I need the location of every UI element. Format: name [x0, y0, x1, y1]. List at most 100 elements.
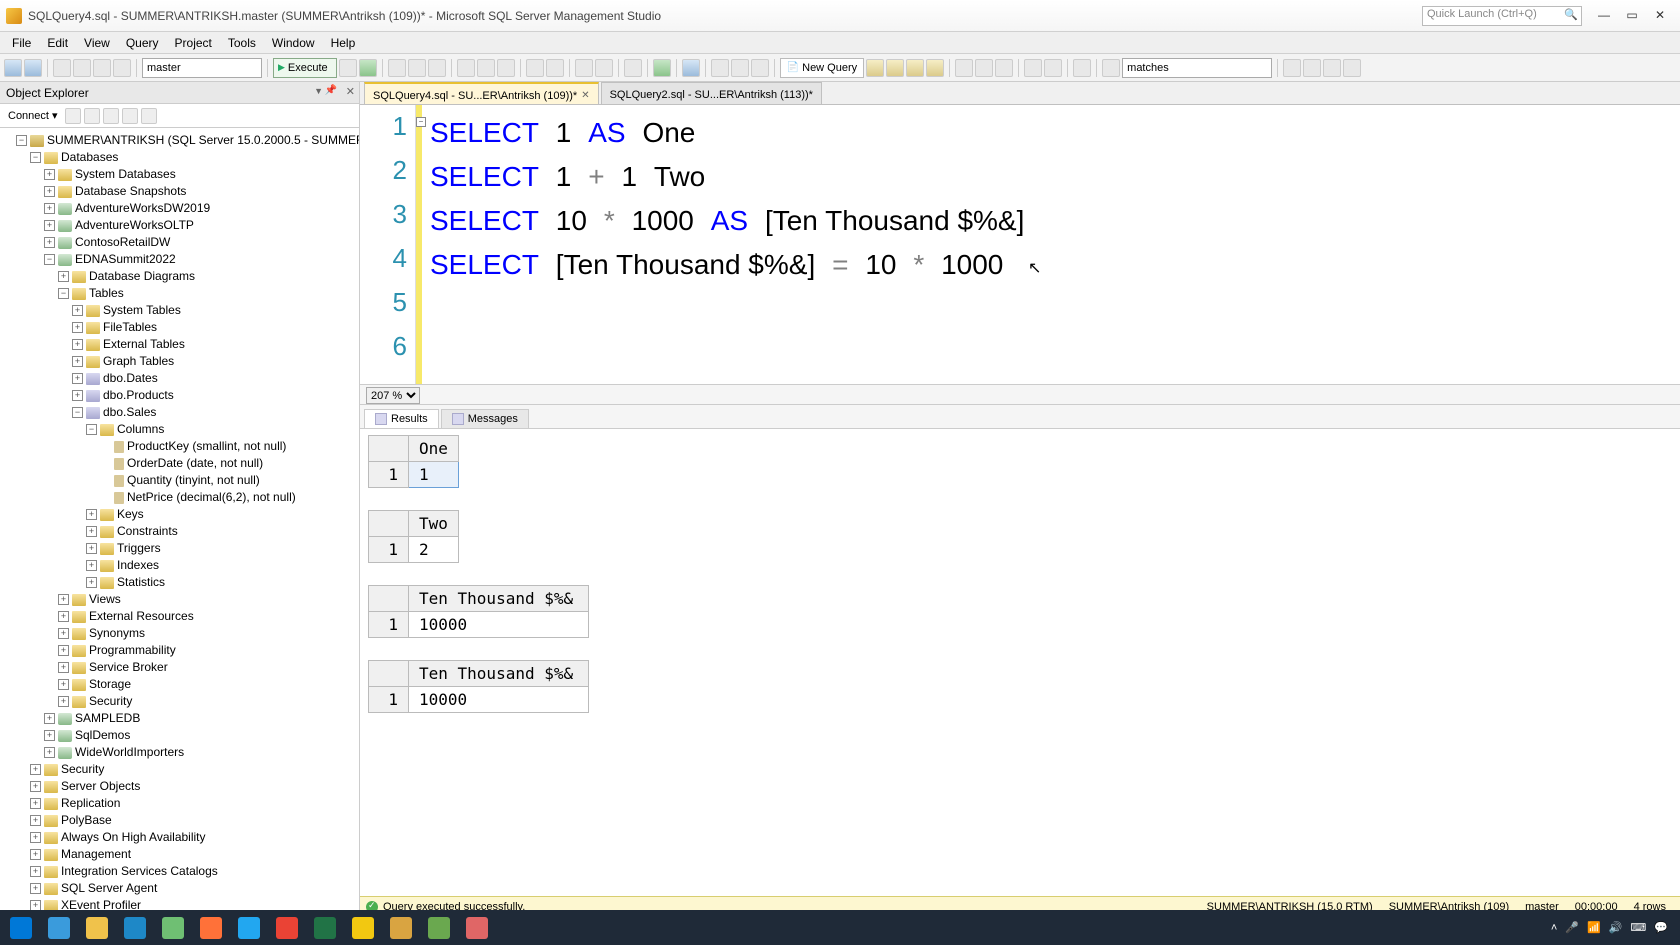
grid-cell[interactable]: 10000	[409, 687, 589, 713]
database-selector[interactable]	[142, 58, 262, 78]
include-plan-icon[interactable]	[408, 59, 426, 77]
display-plan-icon[interactable]	[388, 59, 406, 77]
expand-icon[interactable]: +	[58, 611, 69, 622]
quick-launch-input[interactable]: Quick Launch (Ctrl+Q)	[1422, 6, 1582, 26]
indent-icon[interactable]	[546, 59, 564, 77]
tree-aoha[interactable]: Always On High Availability	[61, 830, 206, 844]
close-button[interactable]: ✕	[1646, 6, 1674, 26]
tree-security[interactable]: Security	[61, 762, 104, 776]
tree-prog[interactable]: Programmability	[89, 643, 176, 657]
properties-icon[interactable]	[1343, 59, 1361, 77]
object-explorer-icon[interactable]	[1323, 59, 1341, 77]
tree-constraints[interactable]: Constraints	[117, 524, 178, 538]
template-explorer-icon[interactable]	[1303, 59, 1321, 77]
expand-icon[interactable]: +	[30, 815, 41, 826]
taskbar-search[interactable]	[42, 914, 76, 942]
taskbar-ssms[interactable]	[384, 914, 418, 942]
tree-polybase[interactable]: PolyBase	[61, 813, 112, 827]
menu-view[interactable]: View	[76, 34, 118, 52]
stop-oe-icon[interactable]	[84, 108, 100, 124]
expand-icon[interactable]: +	[58, 271, 69, 282]
result-grid[interactable]: Ten Thousand $%& 110000	[368, 585, 1672, 638]
expand-icon[interactable]: +	[86, 526, 97, 537]
outdent-icon[interactable]	[526, 59, 544, 77]
tray-notifications-icon[interactable]: 💬	[1654, 921, 1668, 934]
tree-products[interactable]: dbo.Products	[103, 388, 174, 402]
tree-dates[interactable]: dbo.Dates	[103, 371, 158, 385]
menu-file[interactable]: File	[4, 34, 39, 52]
menu-query[interactable]: Query	[118, 34, 167, 52]
find-icon[interactable]	[1073, 59, 1091, 77]
expand-icon[interactable]: +	[58, 696, 69, 707]
expand-icon[interactable]: +	[72, 390, 83, 401]
result-grid[interactable]: One 11	[368, 435, 1672, 488]
expand-icon[interactable]: +	[30, 798, 41, 809]
grid-cell[interactable]: 2	[409, 537, 459, 563]
expand-icon[interactable]: +	[44, 730, 55, 741]
tray-mic-icon[interactable]: 🎤	[1565, 921, 1579, 934]
tree-filetables[interactable]: FileTables	[103, 320, 157, 334]
connect-button[interactable]: Connect ▾	[4, 108, 62, 123]
toggle-icon[interactable]	[624, 59, 642, 77]
tray-volume-icon[interactable]: 🔊	[1609, 921, 1623, 934]
refresh-oe-icon[interactable]	[122, 108, 138, 124]
specify-values-icon[interactable]	[682, 59, 700, 77]
taskbar-edge[interactable]	[118, 914, 152, 942]
expand-icon[interactable]: −	[44, 254, 55, 265]
grid-corner[interactable]	[369, 511, 409, 537]
tree-sales[interactable]: dbo.Sales	[103, 405, 156, 419]
expand-icon[interactable]: +	[86, 509, 97, 520]
tree-serverobj[interactable]: Server Objects	[61, 779, 140, 793]
registered-servers-icon[interactable]	[1283, 59, 1301, 77]
tree-contoso[interactable]: ContosoRetailDW	[75, 235, 170, 249]
tree-col-netprice[interactable]: NetPrice (decimal(6,2), not null)	[127, 490, 296, 504]
taskbar-explorer[interactable]	[80, 914, 114, 942]
saveall-icon[interactable]	[113, 59, 131, 77]
row-header[interactable]: 1	[369, 687, 409, 713]
tree-databases[interactable]: Databases	[61, 150, 118, 164]
change-conn-icon[interactable]	[751, 59, 769, 77]
grid-cell[interactable]: 10000	[409, 612, 589, 638]
tree-synonyms[interactable]: Synonyms	[89, 626, 145, 640]
tree-triggers[interactable]: Triggers	[117, 541, 161, 555]
zoom-selector[interactable]: 207 %	[366, 387, 420, 404]
nav-back-icon[interactable]	[4, 59, 22, 77]
cut-icon[interactable]	[955, 59, 973, 77]
expand-icon[interactable]: +	[44, 169, 55, 180]
tree-server[interactable]: SUMMER\ANTRIKSH (SQL Server 15.0.2000.5 …	[47, 133, 359, 147]
expand-icon[interactable]: +	[58, 645, 69, 656]
column-header[interactable]: Ten Thousand $%&	[409, 661, 589, 687]
tree-sampledb[interactable]: SAMPLEDB	[75, 711, 140, 725]
paste-icon[interactable]	[995, 59, 1013, 77]
taskbar-notepad[interactable]	[156, 914, 190, 942]
tree-security-db[interactable]: Security	[89, 694, 132, 708]
menu-edit[interactable]: Edit	[39, 34, 76, 52]
tree-agent[interactable]: SQL Server Agent	[61, 881, 157, 895]
row-header[interactable]: 1	[369, 612, 409, 638]
menu-tools[interactable]: Tools	[220, 34, 264, 52]
results-to-text-icon[interactable]	[457, 59, 475, 77]
parse-icon[interactable]	[359, 59, 377, 77]
oe-close-icon[interactable]: ✕	[346, 85, 355, 98]
expand-icon[interactable]: +	[72, 339, 83, 350]
expand-icon[interactable]: +	[72, 373, 83, 384]
grid-corner[interactable]	[369, 436, 409, 462]
tree-sqldemos[interactable]: SqlDemos	[75, 728, 130, 742]
pin-icon[interactable]: 📌	[325, 85, 337, 96]
taskbar-powerbi[interactable]	[346, 914, 380, 942]
copy-icon[interactable]	[975, 59, 993, 77]
save-icon[interactable]	[93, 59, 111, 77]
menu-project[interactable]: Project	[167, 34, 220, 52]
expand-icon[interactable]: −	[58, 288, 69, 299]
new-query-button[interactable]: New Query	[780, 58, 864, 78]
tree-mgmt[interactable]: Management	[61, 847, 131, 861]
expand-icon[interactable]: −	[30, 152, 41, 163]
taskbar-start[interactable]	[4, 914, 38, 942]
sync-oe-icon[interactable]	[141, 108, 157, 124]
connect-icon[interactable]	[711, 59, 729, 77]
expand-icon[interactable]: +	[86, 560, 97, 571]
include-stats-icon[interactable]	[428, 59, 446, 77]
tree-views[interactable]: Views	[89, 592, 121, 606]
expand-icon[interactable]: +	[44, 186, 55, 197]
stop-icon[interactable]	[339, 59, 357, 77]
